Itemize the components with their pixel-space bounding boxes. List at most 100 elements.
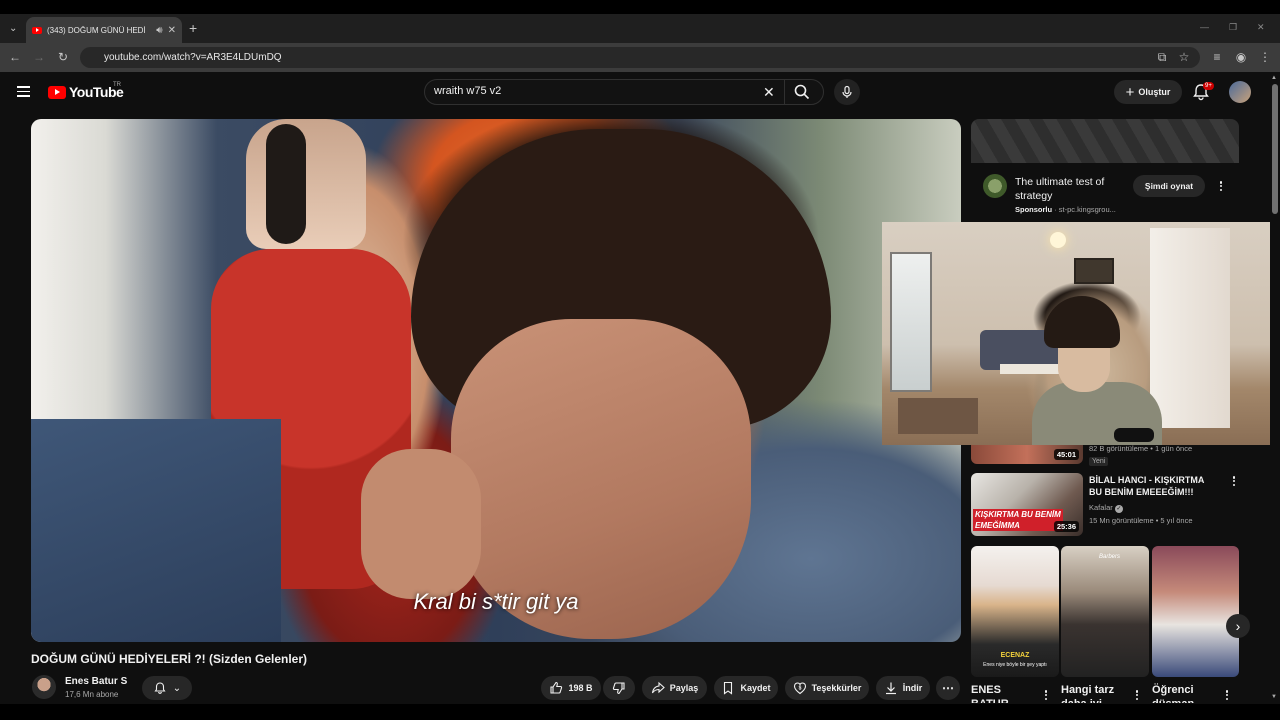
short-thumbnail-2[interactable]: Barbers: [1061, 546, 1149, 677]
ad-domain: st-pc.kingsgrou...: [1058, 205, 1116, 214]
pip-bench: [898, 398, 978, 434]
short-thumbnail-3[interactable]: [1152, 546, 1239, 677]
youtube-play-logo-icon: [48, 85, 66, 99]
short-more-icon-3[interactable]: [1222, 688, 1232, 702]
like-button[interactable]: 198 B: [541, 676, 601, 700]
video-subtitle: Kral bi s*tir git ya: [413, 589, 579, 614]
rec-meta-1: 82 B görüntüleme • 1 gün önce: [1089, 444, 1193, 453]
install-app-icon[interactable]: ⧉: [1153, 48, 1171, 66]
thumbs-down-icon: [612, 682, 625, 695]
short-overlay-2: Barbers: [1099, 554, 1121, 560]
ad-title[interactable]: The ultimate test of strategy: [1015, 175, 1125, 203]
address-bar[interactable]: ⚙ youtube.com/watch?v=AR3E4LDUmDQ: [80, 47, 1200, 108]
rec-thumbnail-2[interactable]: KIŞKIRTMA BU BENİM EMEĞİMMA 25:36: [971, 473, 1083, 536]
bell-icon: [154, 682, 166, 694]
save-button[interactable]: Kaydet: [714, 676, 778, 700]
clear-search-icon[interactable]: ✕: [763, 84, 775, 101]
more-actions-button[interactable]: ⋯: [936, 676, 960, 700]
short-more-icon-1[interactable]: [1041, 688, 1051, 702]
dislike-button[interactable]: [603, 676, 635, 700]
create-label: Oluştur: [1138, 87, 1171, 97]
tab-search-chevron-icon[interactable]: ⌄: [9, 23, 17, 34]
microphone-icon: [842, 85, 852, 98]
subscriber-count: 17,6 Mn abone: [65, 690, 119, 699]
minimize-icon[interactable]: —: [1200, 22, 1209, 32]
search-icon[interactable]: [794, 84, 810, 100]
tab-close-icon[interactable]: ✕: [168, 25, 176, 36]
bottom-letterbox: [0, 704, 1280, 720]
notification-badge: 9+: [1203, 82, 1214, 90]
tab-title: (343) DOĞUM GÜNÜ HEDİ: [47, 25, 146, 35]
pip-window: [890, 252, 932, 392]
speaker-icon[interactable]: 🔊︎: [156, 25, 162, 36]
doll-hair: [266, 124, 306, 244]
ad-banner-image[interactable]: [971, 119, 1239, 163]
channel-name[interactable]: Enes Batur S: [65, 676, 127, 687]
thanks-heart-icon: $: [793, 682, 806, 695]
profile-icon[interactable]: ◉: [1232, 48, 1250, 66]
top-letterbox: [0, 0, 1280, 14]
download-label: İndir: [902, 683, 923, 693]
bookmark-icon: [724, 681, 733, 695]
pip-ceiling-lamp: [1050, 232, 1066, 248]
bookmark-star-icon[interactable]: ☆: [1175, 48, 1193, 66]
create-button[interactable]: + Oluştur: [1114, 80, 1182, 104]
new-tab-icon[interactable]: +: [189, 20, 197, 36]
man-hand: [361, 449, 481, 599]
ad-sponsor-line: Sponsorlu · st-pc.kingsgrou...: [1015, 205, 1116, 214]
scrollbar-thumb[interactable]: [1272, 84, 1278, 214]
browser-menu-icon[interactable]: ⋮: [1256, 48, 1274, 66]
browser-tab-active[interactable]: (343) DOĞUM GÜNÜ HEDİ 🔊︎ ✕: [26, 17, 182, 43]
scroll-down-icon[interactable]: ▼: [1271, 694, 1277, 700]
pip-microphone: [1114, 428, 1154, 442]
rec-duration-1: 45:01: [1053, 449, 1079, 460]
ad-logo[interactable]: [983, 174, 1007, 198]
thanks-button[interactable]: $ Teşekkürler: [785, 676, 869, 700]
url-text: youtube.com/watch?v=AR3E4LDUmDQ: [104, 52, 282, 63]
short-title-3[interactable]: Öğrenci düşman: [1152, 683, 1218, 703]
forward-icon[interactable]: →: [30, 48, 48, 66]
rec-channel-2[interactable]: Kafalar ✓: [1089, 503, 1123, 513]
account-avatar[interactable]: [1229, 81, 1251, 103]
shorts-next-button[interactable]: ›: [1226, 614, 1250, 638]
hamburger-menu-icon[interactable]: [17, 86, 30, 97]
pip-door: [1150, 228, 1230, 428]
short-title-1[interactable]: ENES BATUR ECENAZA: [971, 683, 1037, 703]
scroll-up-icon[interactable]: ▲: [1271, 75, 1277, 81]
share-button[interactable]: Paylaş: [642, 676, 707, 700]
rec-more-icon[interactable]: [1229, 474, 1239, 488]
short-title-2[interactable]: Hangi tarz daha iyi: [1061, 683, 1127, 703]
voice-search-button[interactable]: [834, 79, 860, 105]
back-icon[interactable]: ←: [6, 48, 24, 66]
search-divider: [784, 80, 785, 104]
new-badge: Yeni: [1089, 457, 1109, 466]
short-thumbnail-1[interactable]: ECENAZ Enes niye böyle bir şey yaptı: [971, 546, 1059, 677]
youtube-favicon-icon: [32, 26, 42, 34]
short-caption-1: Enes niye böyle bir şey yaptı: [983, 662, 1047, 668]
download-button[interactable]: İndir: [876, 676, 930, 700]
rec-duration-2: 25:36: [1053, 521, 1079, 532]
ad-more-icon[interactable]: [1216, 179, 1226, 193]
share-label: Paylaş: [669, 683, 699, 693]
media-control-icon[interactable]: ≡: [1208, 48, 1226, 66]
reload-icon[interactable]: ↻: [54, 48, 72, 66]
save-label: Kaydet: [740, 683, 771, 693]
ad-cta-button[interactable]: Şimdi oynat: [1133, 175, 1205, 197]
download-icon: [885, 682, 896, 695]
pip-coffee-table: [1000, 364, 1060, 374]
video-player[interactable]: Kral bi s*tir git ya: [31, 119, 961, 642]
thumbs-up-icon: [550, 681, 563, 694]
search-input[interactable]: wraith w75 v2: [434, 85, 754, 97]
rec-title-2[interactable]: BİLAL HANCI - KIŞKIRTMA BU BENİM EMEEEĞİ…: [1089, 474, 1219, 498]
chevron-right-icon: ›: [1235, 618, 1241, 634]
subscribed-notify-button[interactable]: ⌄: [142, 676, 192, 700]
rec-meta-2: 15 Mn görüntüleme • 5 yıl önce: [1089, 516, 1193, 525]
country-code: TR: [113, 82, 121, 88]
chevron-down-icon: ⌄: [172, 682, 182, 694]
webcam-overlay: [882, 222, 1280, 445]
thanks-label: Teşekkürler: [811, 683, 862, 693]
channel-avatar[interactable]: [32, 675, 56, 699]
restore-icon[interactable]: ❐: [1229, 22, 1237, 33]
short-more-icon-2[interactable]: [1132, 688, 1142, 702]
window-close-icon[interactable]: ✕: [1257, 22, 1265, 33]
